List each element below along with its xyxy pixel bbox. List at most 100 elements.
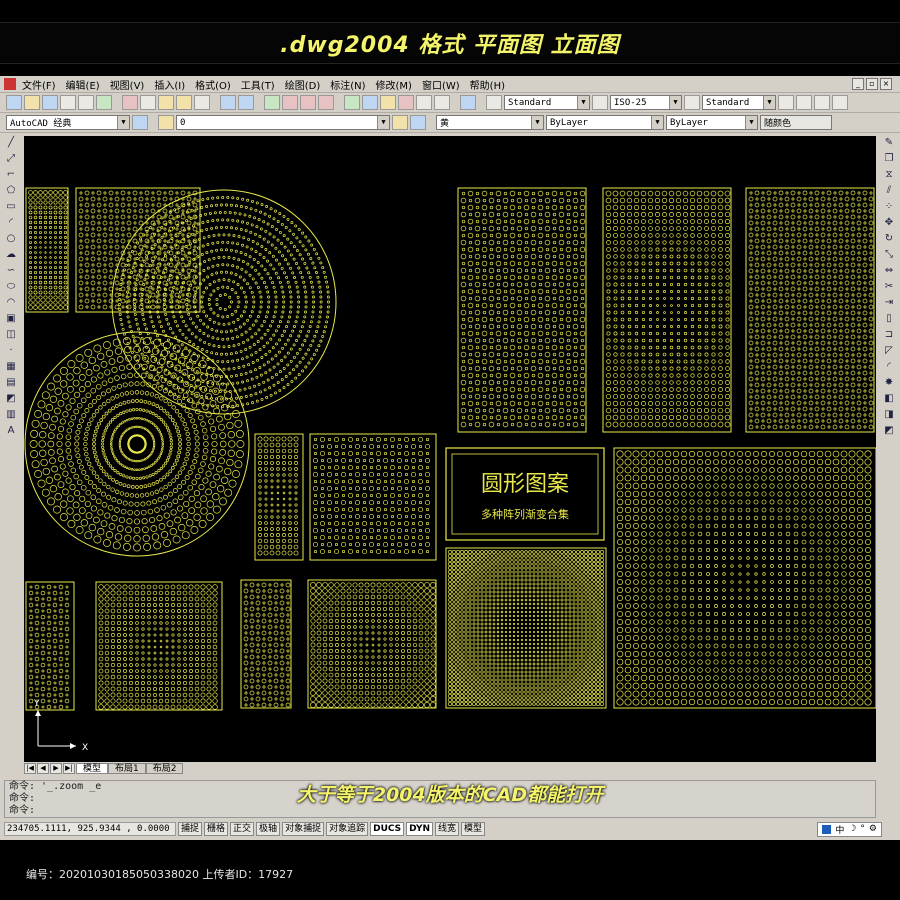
offset-icon[interactable]: ⫽ <box>882 184 896 198</box>
mirror-icon[interactable]: ⧖ <box>882 168 896 182</box>
table-icon[interactable]: ▥ <box>4 408 18 422</box>
print-icon[interactable] <box>60 95 76 110</box>
array-icon[interactable]: ⁘ <box>882 200 896 214</box>
extend-icon[interactable]: ⇥ <box>882 296 896 310</box>
tab-prev-icon[interactable]: ◀ <box>37 762 49 774</box>
otrack-toggle[interactable]: 对象追踪 <box>326 822 369 836</box>
calculator-icon[interactable] <box>434 95 450 110</box>
multiline-text-icon[interactable]: A <box>4 424 18 438</box>
menu-format[interactable]: 格式(O) <box>195 77 231 92</box>
dimension-radius-icon[interactable] <box>814 95 830 110</box>
zoom-window-icon[interactable] <box>300 95 316 110</box>
insert-block-icon[interactable]: ▣ <box>4 312 18 326</box>
explode-icon[interactable]: ✸ <box>882 376 896 390</box>
layer-select[interactable]: 0 ▼ <box>176 115 390 130</box>
close-button[interactable]: × <box>880 78 892 90</box>
make-current-layer-icon[interactable] <box>392 115 408 130</box>
match-properties-icon[interactable] <box>176 95 192 110</box>
punctuation-icon[interactable]: ° <box>860 824 865 834</box>
trim-icon[interactable]: ✂ <box>882 280 896 294</box>
save-icon[interactable] <box>42 95 58 110</box>
dyn-toggle[interactable]: DYN <box>406 822 434 836</box>
tab-next-icon[interactable]: ▶ <box>50 762 62 774</box>
ellipse-icon[interactable]: ⬭ <box>4 280 18 294</box>
moon-icon[interactable]: ☽ <box>848 824 856 834</box>
cut-icon[interactable] <box>122 95 138 110</box>
ime-chinese-icon[interactable]: 中 <box>835 823 844 836</box>
construction-line-icon[interactable]: ⤢ <box>4 152 18 166</box>
tab-last-icon[interactable]: ▶| <box>63 762 75 774</box>
text-style-select[interactable]: Standard ▼ <box>504 95 590 110</box>
tool-palettes-icon[interactable] <box>380 95 396 110</box>
redo-icon[interactable] <box>238 95 254 110</box>
new-file-icon[interactable] <box>6 95 22 110</box>
menu-view[interactable]: 视图(V) <box>110 77 145 92</box>
draw-order-icon[interactable]: ◧ <box>882 392 896 406</box>
polyline-icon[interactable]: ⌐ <box>4 168 18 182</box>
menu-window[interactable]: 窗口(W) <box>422 77 460 92</box>
color-select[interactable]: 黄 ▼ <box>436 115 544 130</box>
circle-icon[interactable]: ○ <box>4 232 18 246</box>
checkbox-icon[interactable] <box>822 824 832 834</box>
grid-toggle[interactable]: 栅格 <box>204 822 229 836</box>
chamfer-icon[interactable]: ◸ <box>882 344 896 358</box>
zoom-previous-icon[interactable] <box>318 95 334 110</box>
polygon-icon[interactable]: ⬠ <box>4 184 18 198</box>
rotate-icon[interactable]: ↻ <box>882 232 896 246</box>
hatch-icon[interactable]: ▦ <box>4 360 18 374</box>
linetype-select[interactable]: ByLayer ▼ <box>546 115 664 130</box>
gradient-icon[interactable]: ▤ <box>4 376 18 390</box>
publish-icon[interactable] <box>96 95 112 110</box>
workspace-settings-icon[interactable] <box>132 115 148 130</box>
workspace-select[interactable]: AutoCAD 经典 ▼ <box>6 115 130 130</box>
dim-style-select[interactable]: ISO-25 ▼ <box>610 95 682 110</box>
table-style-select[interactable]: Standard ▼ <box>702 95 776 110</box>
menu-file[interactable]: 文件(F) <box>22 77 56 92</box>
sheet-set-icon[interactable] <box>398 95 414 110</box>
rectangle-icon[interactable]: ▭ <box>4 200 18 214</box>
lineweight-toggle[interactable]: 线宽 <box>435 822 460 836</box>
dimension-linear-icon[interactable] <box>778 95 794 110</box>
scale-icon[interactable]: ⤡ <box>882 248 896 262</box>
lineweight-select[interactable]: ByLayer ▼ <box>666 115 758 130</box>
snap-toggle[interactable]: 捕捉 <box>178 822 203 836</box>
join-icon[interactable]: ⊐ <box>882 328 896 342</box>
tab-model[interactable]: 模型 <box>76 762 109 774</box>
ducs-toggle[interactable]: DUCS <box>370 822 405 836</box>
make-block-icon[interactable]: ◫ <box>4 328 18 342</box>
bring-front-icon[interactable]: ◨ <box>882 408 896 422</box>
design-center-icon[interactable] <box>362 95 378 110</box>
menu-help[interactable]: 帮助(H) <box>470 77 505 92</box>
polar-toggle[interactable]: 极轴 <box>256 822 281 836</box>
break-icon[interactable]: ▯ <box>882 312 896 326</box>
open-file-icon[interactable] <box>24 95 40 110</box>
arc-icon[interactable]: ◜ <box>4 216 18 230</box>
preview-icon[interactable] <box>78 95 94 110</box>
dimension-arc-icon[interactable] <box>832 95 848 110</box>
undo-icon[interactable] <box>220 95 236 110</box>
ortho-toggle[interactable]: 正交 <box>230 822 255 836</box>
menu-tools[interactable]: 工具(T) <box>241 77 275 92</box>
copy-icon[interactable] <box>140 95 156 110</box>
copy-object-icon[interactable]: ❐ <box>882 152 896 166</box>
menu-modify[interactable]: 修改(M) <box>376 77 412 92</box>
menu-insert[interactable]: 插入(I) <box>154 77 185 92</box>
fillet-icon[interactable]: ◜ <box>882 360 896 374</box>
pan-icon[interactable] <box>264 95 280 110</box>
markup-icon[interactable] <box>416 95 432 110</box>
tab-layout2[interactable]: 布局2 <box>145 762 184 774</box>
revision-cloud-icon[interactable]: ☁ <box>4 248 18 262</box>
erase-icon[interactable]: ✎ <box>882 136 896 150</box>
ellipse-arc-icon[interactable]: ◠ <box>4 296 18 310</box>
menu-draw[interactable]: 绘图(D) <box>285 77 321 92</box>
dimension-angle-icon[interactable] <box>796 95 812 110</box>
zoom-realtime-icon[interactable] <box>282 95 298 110</box>
layer-previous-icon[interactable] <box>410 115 426 130</box>
osnap-toggle[interactable]: 对象捕捉 <box>282 822 325 836</box>
block-editor-icon[interactable] <box>194 95 210 110</box>
layer-manager-icon[interactable] <box>158 115 174 130</box>
paste-icon[interactable] <box>158 95 174 110</box>
gear-icon[interactable]: ⚙ <box>869 824 877 834</box>
tab-layout1[interactable]: 布局1 <box>108 762 146 774</box>
send-back-icon[interactable]: ◩ <box>882 424 896 438</box>
